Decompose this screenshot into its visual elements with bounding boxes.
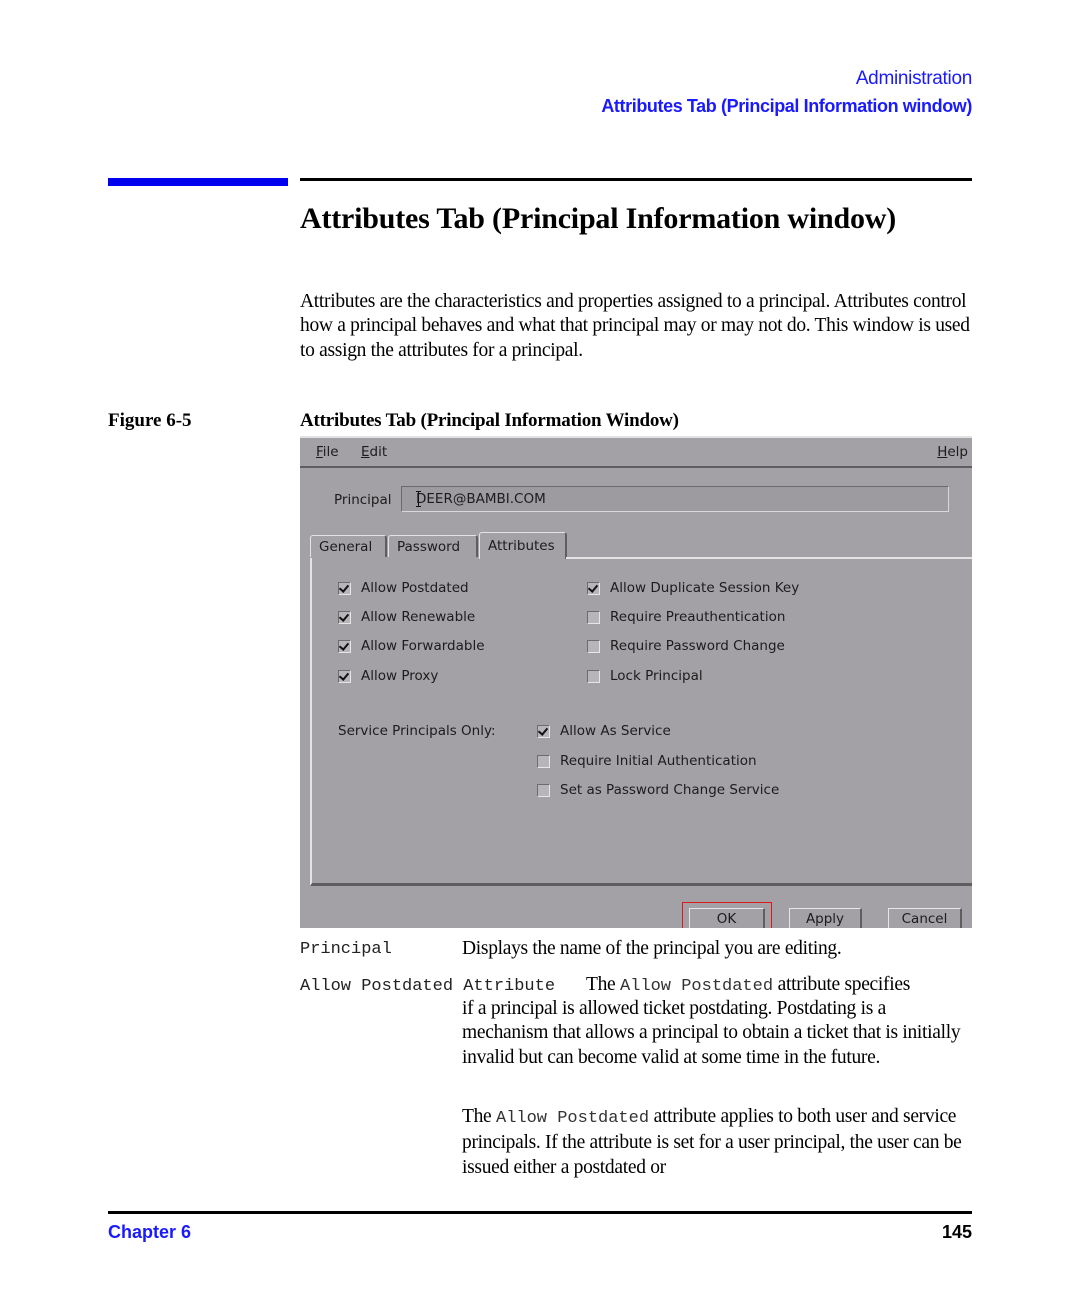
checkbox-label: Lock Principal [610,668,703,684]
cancel-button[interactable]: Cancel [888,908,962,928]
require-initial-authentication-checkbox[interactable]: Require Initial Authentication [537,753,757,769]
text-cursor-icon [416,491,422,507]
principal-input[interactable]: DEER@BAMBI.COM [401,486,949,512]
menu-file-label: ile [322,444,339,460]
checkbox-checked-icon [338,669,351,683]
checkbox-label: Allow Renewable [361,609,476,625]
require-preauthentication-checkbox[interactable]: Require Preauthentication [587,609,785,625]
menu-help-mnemonic: H [937,444,948,460]
checkbox-label: Require Password Change [610,638,785,654]
term-principal: Principal [300,940,392,959]
chapter-accent-bar [108,178,288,186]
service-principals-label: Service Principals Only: [338,723,496,739]
code-allow-postdated: Allow Postdated [620,977,774,996]
checkbox-label: Allow Postdated [361,580,469,596]
tab-general[interactable]: General [310,535,387,557]
allow-forwardable-checkbox[interactable]: Allow Forwardable [338,638,485,654]
checkbox-checked-icon [338,610,351,624]
apply-button[interactable]: Apply [789,908,862,928]
checkbox-unchecked-icon [537,754,550,768]
lock-principal-checkbox[interactable]: Lock Principal [587,668,703,684]
text-run: The [462,1106,496,1127]
checkbox-unchecked-icon [587,669,600,683]
ok-button[interactable]: OK [689,908,765,928]
figure-title: Attributes Tab (Principal Information Wi… [300,410,679,431]
menu-edit[interactable]: Edit [361,444,387,460]
text-run: The [586,974,620,995]
checkbox-unchecked-icon [537,783,550,797]
checkbox-unchecked-icon [587,639,600,653]
menu-edit-label: dit [369,444,388,460]
footer-page-number: 145 [941,1222,972,1242]
text-run: attribute specifies [773,974,911,995]
menu-file-mnemonic: F [316,444,323,460]
menu-help-label: elp [947,444,968,460]
checkbox-label: Require Initial Authentication [560,753,757,769]
require-password-change-checkbox[interactable]: Require Password Change [587,638,785,654]
allow-as-service-checkbox[interactable]: Allow As Service [537,723,671,739]
checkbox-label: Set as Password Change Service [560,782,780,798]
def-allow-postdated-body: if a principal is allowed ticket postdat… [462,998,961,1068]
allow-renewable-checkbox[interactable]: Allow Renewable [338,609,475,625]
allow-proxy-checkbox[interactable]: Allow Proxy [338,668,438,684]
checkbox-checked-icon [537,724,550,738]
menu-edit-mnemonic: E [361,444,370,460]
footer-rule [108,1211,972,1214]
checkbox-label: Require Preauthentication [610,609,786,625]
tab-password[interactable]: Password [388,535,478,557]
title-rule [300,178,972,181]
running-header-section: Administration [855,68,972,89]
def-allow-postdated-para2: The Allow Postdated attribute applies to… [462,1105,972,1180]
principal-label: Principal [334,492,392,508]
running-header-topic: Attributes Tab (Principal Information wi… [601,96,972,116]
tab-attributes[interactable]: Attributes [479,532,567,559]
checkbox-checked-icon [587,581,600,595]
footer-chapter: Chapter 6 [108,1222,192,1242]
figure-label: Figure 6-5 [108,410,192,431]
principal-value: DEER@BAMBI.COM [416,491,546,507]
allow-postdated-checkbox[interactable]: Allow Postdated [338,580,469,596]
term-allow-postdated: Allow Postdated Attribute [300,977,556,996]
set-as-password-change-service-checkbox[interactable]: Set as Password Change Service [537,782,779,798]
menu-help[interactable]: Help [937,444,968,460]
checkbox-label: Allow As Service [560,723,671,739]
principal-information-window: File Edit Help Principal DEER@BAMBI.COM … [300,436,972,928]
checkbox-checked-icon [338,581,351,595]
intro-paragraph: Attributes are the characteristics and p… [300,291,970,361]
checkbox-checked-icon [338,639,351,653]
checkbox-label: Allow Duplicate Session Key [610,580,800,596]
attributes-panel: Allow Postdated Allow Renewable Allow Fo… [310,558,972,886]
def-allow-postdated-first-line: The Allow Postdated attribute specifies [586,973,910,999]
allow-duplicate-session-key-checkbox[interactable]: Allow Duplicate Session Key [587,580,799,596]
menu-file[interactable]: File [316,444,339,460]
def-principal: Displays the name of the principal you a… [462,938,842,959]
menu-bar: File Edit Help [300,438,972,468]
checkbox-unchecked-icon [587,610,600,624]
page-title: Attributes Tab (Principal Information wi… [300,202,897,235]
checkbox-label: Allow Forwardable [361,638,485,654]
checkbox-label: Allow Proxy [361,668,439,684]
code-allow-postdated: Allow Postdated [496,1109,650,1128]
